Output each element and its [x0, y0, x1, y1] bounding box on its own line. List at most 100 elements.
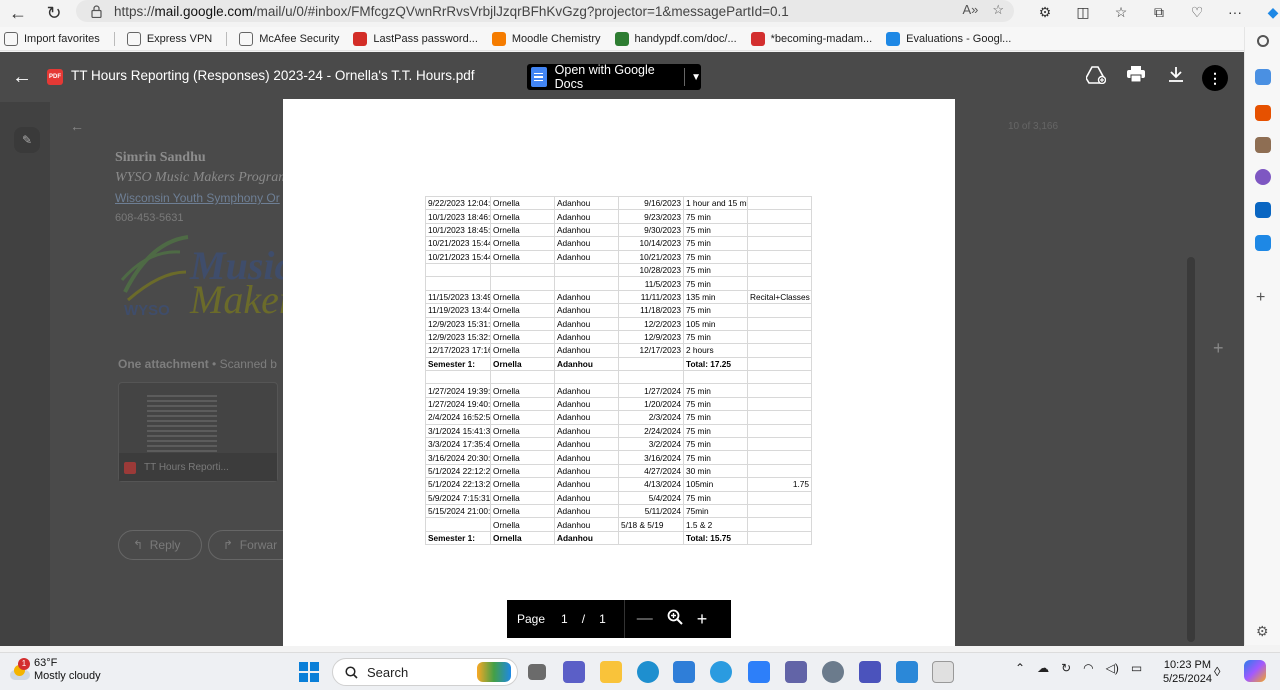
games-icon[interactable]	[1255, 137, 1271, 153]
favorites-icon[interactable]: ☆	[1102, 4, 1140, 21]
teams-icon[interactable]	[563, 661, 585, 683]
table-cell	[747, 517, 812, 532]
favorites-separator	[113, 31, 115, 46]
current-page-input[interactable]: 1	[561, 612, 568, 626]
table-cell: 135 min	[683, 289, 748, 305]
microsoft-365-icon[interactable]	[1255, 169, 1271, 185]
table-cell: 10/1/2023 18:45:	[425, 222, 491, 238]
settings-gear-icon[interactable]	[822, 661, 844, 683]
table-cell: 3/3/2024 17:35:4	[425, 437, 491, 452]
task-view-icon[interactable]	[528, 664, 546, 680]
more-menu-icon[interactable]: ···	[1216, 4, 1254, 20]
show-hidden-icons-icon[interactable]: ⌃	[1015, 661, 1025, 675]
battery-icon[interactable]: ▭	[1131, 661, 1142, 675]
favorite-item[interactable]: *becoming-madam...	[750, 31, 872, 46]
favorite-item[interactable]: Evaluations - Googl...	[886, 31, 1011, 46]
collections-icon[interactable]: ⧉	[1140, 4, 1178, 21]
logo-word-maker: Maker	[190, 277, 295, 322]
clock[interactable]: 10:23 PM 5/25/2024	[1163, 658, 1212, 686]
windows-start-icon[interactable]	[299, 662, 319, 682]
address-bar[interactable]: https://mail.google.com/mail/u/0/#inbox/…	[76, 0, 1014, 22]
tools-icon[interactable]	[1255, 105, 1271, 121]
outlook-icon[interactable]	[1255, 202, 1271, 218]
table-cell	[747, 396, 812, 412]
copilot-taskbar-icon[interactable]	[1244, 660, 1266, 682]
favorite-site-icon	[886, 31, 901, 46]
url-prefix: https://	[114, 3, 155, 19]
taskbar-search[interactable]: Search	[332, 658, 518, 686]
store-icon[interactable]	[673, 661, 695, 683]
file-explorer-icon[interactable]	[600, 661, 622, 683]
add-to-drive-icon[interactable]	[1085, 66, 1107, 89]
favorite-item[interactable]: LastPass password...	[353, 31, 478, 46]
teams-chat-icon[interactable]	[785, 661, 807, 683]
photos-icon[interactable]	[896, 661, 918, 683]
weather-widget[interactable]: 1 63°F Mostly cloudy	[8, 657, 101, 683]
back-icon[interactable]: ←	[0, 0, 36, 26]
notifications-icon[interactable]: ◊	[1214, 664, 1220, 679]
settings-icon[interactable]: ⚙	[1256, 623, 1269, 640]
system-tray: ⌃ ☁ ↻ ◠ ◁) ▭	[1015, 661, 1142, 675]
add-sidebar-icon[interactable]: +	[1256, 289, 1265, 307]
table-row: 3/1/2024 15:41:3 Ornella Adanhou 2/24/2024 7…	[425, 423, 812, 439]
open-with-label: Open with Google Docs	[554, 63, 655, 91]
table-cell: Ornella	[490, 356, 555, 372]
table-cell: 75 min	[683, 450, 748, 465]
close-viewer-icon[interactable]: ←	[12, 66, 32, 89]
shopping-icon[interactable]	[1255, 69, 1271, 85]
table-row: 12/9/2023 15:31: Ornella Adanhou 12/2/2023 1…	[425, 316, 812, 331]
refresh-icon[interactable]: ↻	[36, 0, 72, 26]
favorite-star-icon[interactable]: ☆	[992, 2, 1004, 18]
favorite-item[interactable]: Moodle Chemistry	[491, 31, 601, 46]
teams-new-icon[interactable]	[859, 661, 881, 683]
volume-icon[interactable]: ◁)	[1106, 661, 1119, 675]
zoom-in-icon[interactable]: +	[697, 609, 708, 630]
table-cell	[747, 490, 812, 505]
drop-icon[interactable]	[1255, 235, 1271, 251]
onedrive-icon[interactable]: ☁	[1037, 661, 1049, 675]
table-cell: Total: 17.25	[683, 356, 748, 372]
edge-icon[interactable]	[637, 661, 659, 683]
table-cell: 1 hour and 15 min	[683, 195, 748, 211]
table-cell: 11/5/2023	[618, 276, 684, 291]
extensions-icon[interactable]: ⚙	[1026, 4, 1064, 21]
favorites-separator	[226, 31, 228, 46]
search-icon[interactable]	[1257, 35, 1269, 47]
table-cell: 3/16/2024 20:30:	[425, 450, 491, 465]
table-cell	[747, 195, 812, 211]
table-cell	[747, 249, 812, 264]
favorite-item[interactable]: Import favorites	[4, 31, 100, 46]
table-cell: 2/24/2024	[618, 423, 684, 439]
table-cell: 2 hours	[683, 343, 748, 358]
table-cell	[618, 356, 684, 372]
chevron-down-icon[interactable]: ▼	[691, 72, 701, 83]
browser-essentials-icon[interactable]: ♡	[1178, 4, 1216, 21]
table-cell: Ornella	[490, 195, 555, 211]
url-host: mail.google.com	[154, 3, 253, 19]
weather-temp: 63°F	[34, 657, 58, 669]
zoom-icon[interactable]	[667, 609, 683, 629]
favorite-item[interactable]: handypdf.com/doc/...	[614, 31, 737, 46]
more-options-icon[interactable]: ⋮	[1202, 65, 1228, 91]
mylo-app-icon[interactable]	[748, 661, 770, 683]
read-aloud-icon[interactable]: A»	[962, 2, 978, 18]
split-screen-icon[interactable]: ◫	[1064, 4, 1102, 21]
table-cell	[747, 463, 812, 479]
download-icon[interactable]	[1168, 66, 1184, 87]
favorite-label: McAfee Security	[259, 32, 340, 45]
favorite-item[interactable]: Express VPN	[126, 31, 212, 46]
print-icon[interactable]	[1127, 66, 1145, 87]
snipping-tool-icon[interactable]	[932, 661, 954, 683]
copilot-icon[interactable]: ◆	[1254, 4, 1280, 21]
favorite-item[interactable]: McAfee Security	[239, 31, 340, 46]
wifi-icon[interactable]: ◠	[1083, 661, 1093, 675]
sync-icon[interactable]: ↻	[1061, 661, 1071, 675]
open-with-google-docs-button[interactable]: Open with Google Docs ▼	[527, 63, 701, 91]
scrollbar	[1187, 257, 1195, 642]
zoom-out-icon[interactable]: —	[637, 610, 653, 628]
favorites-bar: Import favorites Express VPN McAfee Securi…	[0, 27, 1280, 51]
chrome-icon[interactable]	[710, 661, 732, 683]
attachment-name: TT Hours Reporti...	[144, 462, 229, 473]
table-cell	[747, 303, 812, 318]
table-cell: 4/13/2024	[618, 477, 684, 492]
